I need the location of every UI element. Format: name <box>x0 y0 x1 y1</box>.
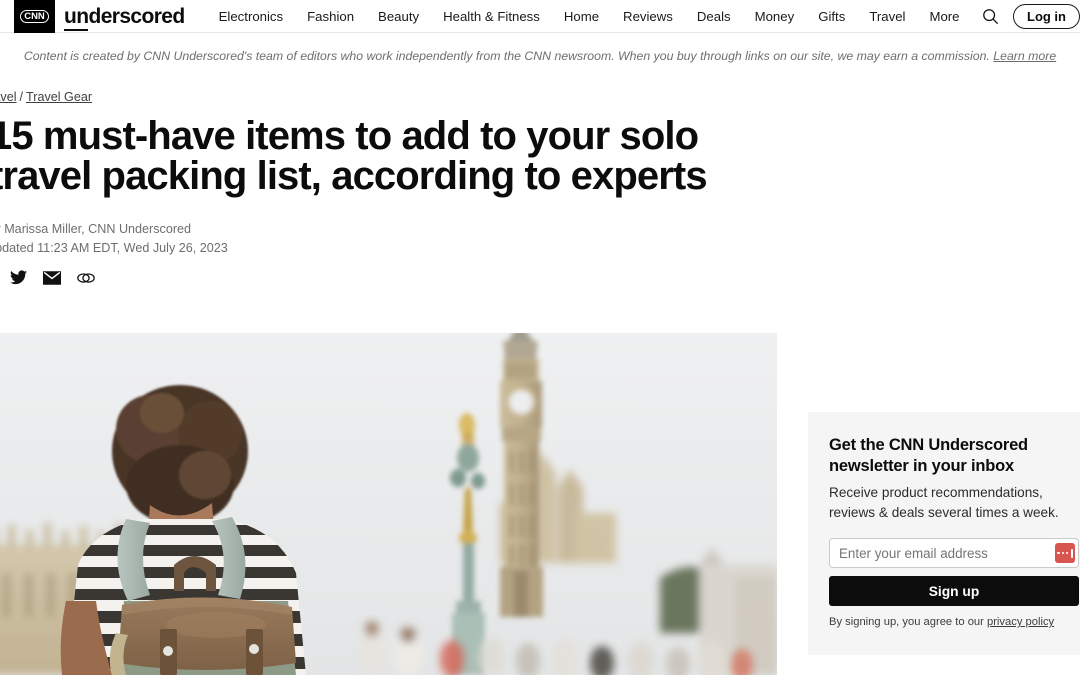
page-title: 15 must-have items to add to your solo t… <box>0 114 708 198</box>
signup-button[interactable]: Sign up <box>829 576 1079 606</box>
byline-timestamp: Updated 11:23 AM EDT, Wed July 26, 2023 <box>0 241 228 255</box>
header-actions: Log in <box>973 0 1080 33</box>
password-manager-icon[interactable] <box>1055 543 1075 563</box>
login-button[interactable]: Log in <box>1013 3 1080 29</box>
underscored-wordmark[interactable]: underscored <box>64 4 185 31</box>
breadcrumb-parent[interactable]: Travel <box>0 90 17 104</box>
breadcrumb-separator: / <box>19 90 24 104</box>
newsletter-signup-box: Get the CNN Underscored newsletter in yo… <box>808 412 1080 655</box>
article-page: CNN underscored Electronics Fashion Beau… <box>0 0 1080 675</box>
pw-dot-3 <box>1065 551 1069 555</box>
share-bar <box>10 270 95 285</box>
email-field-wrapper <box>829 538 1079 568</box>
wordmark-underlined-part: un <box>64 4 89 31</box>
pw-bar <box>1070 548 1073 558</box>
privacy-policy-link[interactable]: privacy policy <box>987 616 1054 628</box>
newsletter-title: Get the CNN Underscored newsletter in yo… <box>829 436 1028 475</box>
email-input[interactable] <box>829 538 1079 568</box>
newsletter-fine-print: By signing up, you agree to our privacy … <box>829 616 1077 628</box>
pw-dot-1 <box>1057 551 1061 555</box>
nav-item-money[interactable]: Money <box>743 0 807 33</box>
article-byline: By Marissa Miller, CNN Underscored Updat… <box>0 220 228 258</box>
nav-item-health-fitness[interactable]: Health & Fitness <box>431 0 552 33</box>
site-logo[interactable]: CNN underscored <box>14 0 185 33</box>
cnn-logo-icon[interactable]: CNN <box>14 0 55 33</box>
newsletter-subtitle: Receive product recommendations, reviews… <box>829 485 1059 520</box>
nav-item-more[interactable]: More <box>917 0 971 33</box>
pw-dot-2 <box>1061 551 1065 555</box>
nav-item-gifts[interactable]: Gifts <box>806 0 857 33</box>
wordmark-rest: derscored <box>88 4 185 28</box>
site-header: CNN underscored Electronics Fashion Beau… <box>0 0 1080 33</box>
cnn-logo-text: CNN <box>20 9 49 23</box>
breadcrumb-current[interactable]: Travel Gear <box>26 90 92 104</box>
nav-item-fashion[interactable]: Fashion <box>295 0 366 33</box>
search-icon[interactable] <box>973 0 1007 33</box>
nav-item-beauty[interactable]: Beauty <box>366 0 431 33</box>
breadcrumb: Travel/Travel Gear <box>0 90 92 104</box>
disclaimer-text: Content is created by CNN Underscored's … <box>23 49 990 63</box>
email-icon[interactable] <box>43 270 61 285</box>
nav-item-travel[interactable]: Travel <box>857 0 917 33</box>
learn-more-link[interactable]: Learn more <box>993 49 1056 63</box>
link-icon[interactable] <box>77 271 95 285</box>
fine-print-text: By signing up, you agree to our <box>829 616 984 628</box>
nav-item-home[interactable]: Home <box>552 0 611 33</box>
byline-author: By Marissa Miller, CNN Underscored <box>0 222 192 236</box>
twitter-icon[interactable] <box>10 270 27 285</box>
affiliate-disclaimer: Content is created by CNN Underscored's … <box>0 49 1080 63</box>
nav-item-deals[interactable]: Deals <box>685 0 743 33</box>
nav-item-reviews[interactable]: Reviews <box>611 0 685 33</box>
nav-item-electronics[interactable]: Electronics <box>207 0 296 33</box>
main-navigation: Electronics Fashion Beauty Health & Fitn… <box>207 0 972 33</box>
hero-image <box>0 333 777 675</box>
